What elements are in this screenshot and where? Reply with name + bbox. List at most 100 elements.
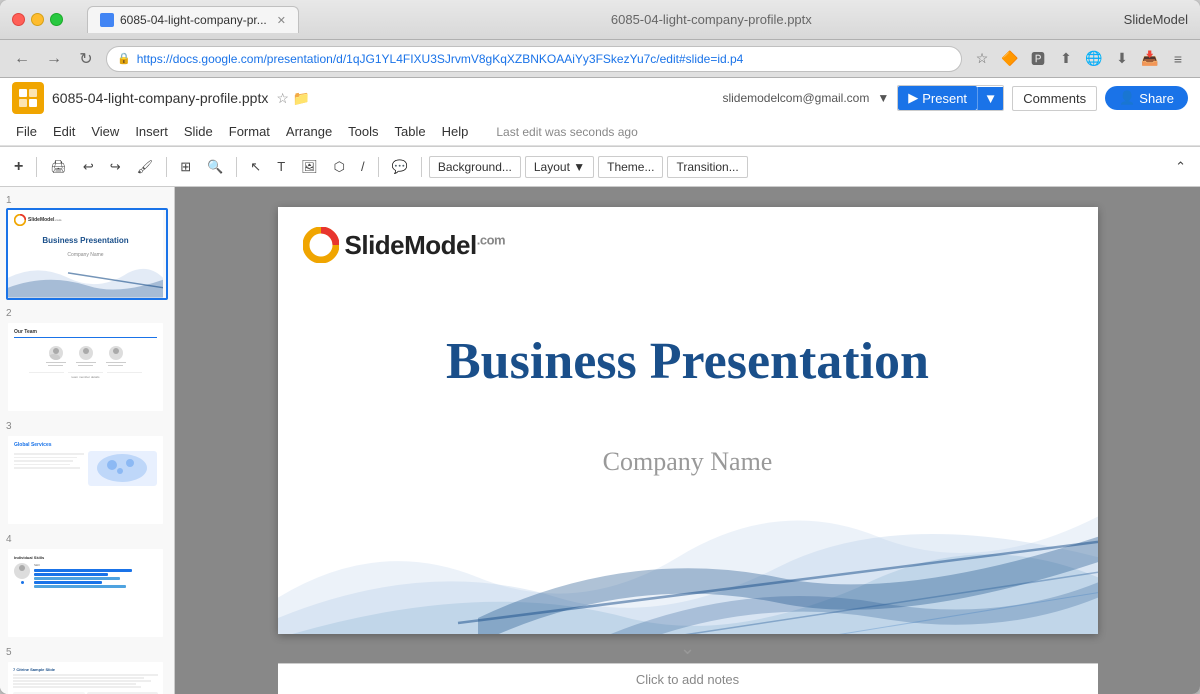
url-bar[interactable]: 🔒 https://docs.google.com/presentation/d…: [106, 46, 962, 72]
menu-table[interactable]: Table: [387, 121, 434, 142]
theme-button[interactable]: Theme...: [598, 156, 663, 178]
slide-img-5: 7 Citrine Sample Slide: [8, 662, 163, 694]
close-button[interactable]: [12, 13, 25, 26]
slide-thumb-4[interactable]: 4 Individual Skills: [6, 534, 168, 639]
shape-tool[interactable]: ⬡: [328, 156, 351, 178]
slide-canvas-inner: SlideModel.com Business Presentation Com…: [278, 207, 1098, 634]
app-logo: [12, 82, 44, 114]
extension-icon-3[interactable]: ⬆: [1054, 47, 1078, 71]
menubar: File Edit View Insert Slide Format Arran…: [0, 118, 1200, 146]
slide-img-3: Global Services: [8, 436, 163, 524]
toolbar-sep-5: [421, 157, 422, 177]
star-file-icon[interactable]: ☆: [276, 90, 289, 107]
extension-icon-6[interactable]: 📥: [1138, 47, 1162, 71]
toolbar-sep-4: [378, 157, 379, 177]
lock-icon: 🔒: [117, 52, 131, 65]
app-filename: 6085-04-light-company-profile.pptx: [52, 90, 268, 106]
url-text: https://docs.google.com/presentation/d/1…: [137, 52, 744, 66]
menu-format[interactable]: Format: [221, 121, 278, 142]
refresh-button[interactable]: ↻: [74, 47, 98, 71]
main-slide-title[interactable]: Business Presentation: [302, 332, 1073, 391]
slide-logo: SlideModel.com: [303, 227, 506, 263]
present-btn-group: ▶ Present ▼: [897, 85, 1004, 111]
toolbar-sep-3: [236, 157, 237, 177]
browser-frame: 6085-04-light-company-pr... ✕ 6085-04-li…: [0, 0, 1200, 694]
print-button[interactable]: 🖨: [44, 156, 73, 178]
slide-thumb-5[interactable]: 5 7 Citrine Sample Slide: [6, 647, 168, 694]
folder-icon[interactable]: 📁: [293, 90, 310, 107]
add-button[interactable]: +: [8, 155, 29, 179]
tab-favicon: [100, 13, 114, 27]
tab-close-icon[interactable]: ✕: [277, 14, 286, 27]
slide-panel: 1 SlideModel.com: [0, 187, 175, 694]
extension-icon-7[interactable]: ≡: [1166, 47, 1190, 71]
collapse-panel-button[interactable]: ⌃: [1169, 156, 1192, 178]
menu-arrange[interactable]: Arrange: [278, 121, 340, 142]
transition-button[interactable]: Transition...: [667, 156, 747, 178]
logo-ring-svg: [303, 227, 339, 263]
share-button[interactable]: 👤 Share: [1105, 86, 1188, 110]
menu-help[interactable]: Help: [434, 121, 477, 142]
background-button[interactable]: Background...: [429, 156, 521, 178]
browser-addressbar: ← → ↻ 🔒 https://docs.google.com/presenta…: [0, 40, 1200, 78]
menu-edit[interactable]: Edit: [45, 121, 83, 142]
editor-area: SlideModel.com Business Presentation Com…: [175, 187, 1200, 694]
menu-file[interactable]: File: [8, 121, 45, 142]
traffic-lights: [12, 13, 63, 26]
minimize-button[interactable]: [31, 13, 44, 26]
app-titlebar: 6085-04-light-company-profile.pptx ☆ 📁 s…: [0, 78, 1200, 118]
line-tool[interactable]: /: [355, 156, 371, 177]
share-person-icon: 👤: [1119, 90, 1135, 106]
star-icon[interactable]: ☆: [970, 47, 994, 71]
text-tool[interactable]: T: [271, 156, 291, 177]
notes-placeholder: Click to add notes: [636, 672, 739, 687]
menu-slide[interactable]: Slide: [176, 121, 221, 142]
slidemodel-label: SlideModel: [1124, 12, 1188, 27]
present-dropdown-button[interactable]: ▼: [977, 87, 1003, 110]
layout-button[interactable]: Layout ▼: [525, 156, 594, 178]
extension-icon-5[interactable]: ⬇: [1110, 47, 1134, 71]
menu-view[interactable]: View: [83, 121, 127, 142]
comments-button[interactable]: Comments: [1012, 86, 1097, 111]
slide-wave-bg: [278, 415, 1098, 635]
header-right: slidemodelcom@gmail.com ▼ ▶ Present ▼ Co…: [722, 85, 1188, 111]
extension-icon-1[interactable]: 🔶: [998, 47, 1022, 71]
undo-button[interactable]: ↩: [77, 156, 100, 178]
present-play-icon: ▶: [908, 90, 918, 106]
select-tool[interactable]: ↖: [244, 156, 267, 178]
image-tool[interactable]: 🖼: [295, 156, 324, 178]
redo-button[interactable]: ↪: [104, 156, 127, 178]
logo-com: .com: [477, 232, 505, 247]
slide-img-4: Individual Skills Sk: [8, 549, 163, 637]
back-button[interactable]: ←: [10, 47, 34, 71]
maximize-button[interactable]: [50, 13, 63, 26]
notes-area[interactable]: Click to add notes: [278, 663, 1098, 694]
browser-tab[interactable]: 6085-04-light-company-pr... ✕: [87, 6, 299, 33]
extension-icon-2[interactable]: 🅿: [1026, 47, 1050, 71]
dropdown-arrow[interactable]: ▼: [877, 91, 889, 105]
last-edit-status: Last edit was seconds ago: [496, 125, 637, 139]
forward-button[interactable]: →: [42, 47, 66, 71]
file-icons: ☆ 📁: [276, 90, 310, 107]
menu-insert[interactable]: Insert: [127, 121, 176, 142]
toolbar-sep-2: [166, 157, 167, 177]
toolbar-sep-1: [36, 157, 37, 177]
main-area: 1 SlideModel.com: [0, 187, 1200, 694]
comment-tool[interactable]: 💬: [386, 156, 414, 178]
slide-content: SlideModel.com Business Presentation Com…: [278, 207, 1098, 634]
present-button[interactable]: ▶ Present: [898, 86, 977, 110]
tab-title: 6085-04-light-company-pr...: [120, 13, 267, 27]
slide-img-1: SlideModel.com Business Presentation Com…: [8, 210, 163, 298]
extension-icon-4[interactable]: 🌐: [1082, 47, 1106, 71]
slide-canvas[interactable]: SlideModel.com Business Presentation Com…: [278, 207, 1098, 634]
menu-tools[interactable]: Tools: [340, 121, 386, 142]
paint-format-button[interactable]: 🖌: [131, 156, 160, 178]
zoom-fit-button[interactable]: ⊞: [174, 156, 197, 178]
slide-thumb-1[interactable]: 1 SlideModel.com: [6, 195, 168, 300]
slide-img-2: Our Team: [8, 323, 163, 411]
slide-thumb-3[interactable]: 3 Global Services: [6, 421, 168, 526]
zoom-button[interactable]: 🔍: [201, 156, 229, 178]
logo-text: SlideModel.com: [345, 230, 506, 261]
app-header: 6085-04-light-company-profile.pptx ☆ 📁 s…: [0, 78, 1200, 147]
slide-thumb-2[interactable]: 2 Our Team: [6, 308, 168, 413]
